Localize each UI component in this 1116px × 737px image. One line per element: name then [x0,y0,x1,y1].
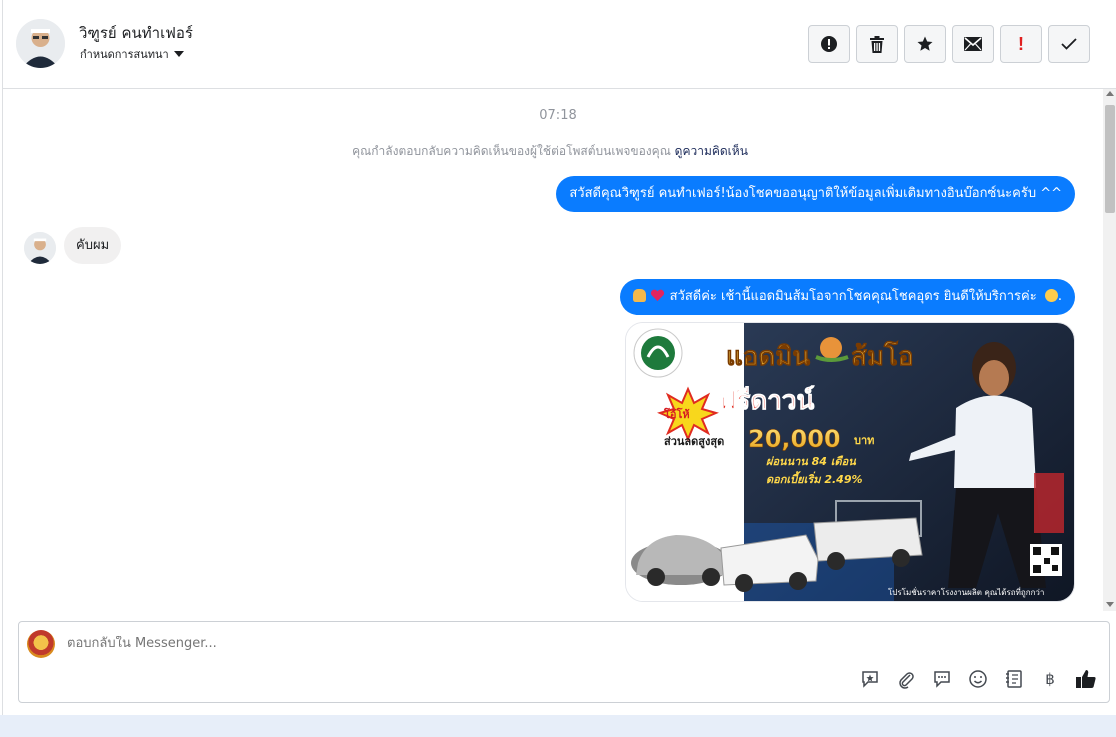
exclamation-icon: ! [1018,33,1024,54]
composer-toolbar: ฿ [859,668,1097,690]
thread-scrollbar[interactable] [1103,89,1116,611]
notes-icon[interactable] [1003,668,1025,690]
messenger-panel: วิฑูรย์ คนทำเฟอร์ กำหนดการสนทนา ! 07:18 … [2,0,1116,715]
promo-discount-value: 20,000 [748,425,841,453]
message-text: สวัสดีค่ะ เช้านี้แอดมินส้มโอจากโชคคุณโชค… [669,289,1037,304]
saved-reply-icon[interactable] [859,668,881,690]
attachment-icon[interactable] [895,668,917,690]
reply-composer: ฿ [18,621,1110,703]
done-button[interactable] [1048,25,1090,63]
folded-hands-emoji-icon [633,289,647,302]
message-thread[interactable]: 07:18 คุณกำลังตอบกลับความคิดเห็นของผู้ใช… [3,89,1116,611]
like-icon[interactable] [1075,668,1097,690]
promo-badge: โอ้โห้ [663,407,690,421]
scroll-thumb[interactable] [1105,105,1115,213]
heart-emoji-icon [651,289,665,302]
smiling-hearts-emoji-icon [1044,289,1058,302]
scroll-up-arrow-icon[interactable] [1106,91,1114,96]
view-comment-link[interactable]: ดูความคิดเห็น [675,144,748,158]
message-suffix: . [1057,289,1062,304]
delete-button[interactable] [856,25,898,63]
promo-image-attachment[interactable]: แอดมิน ส้มโอ โอ้โห้ ฟรีดาวน์ ส่วนลดสูงสุ… [625,322,1075,602]
promo-headline-2: ส้มโอ [851,340,914,372]
check-icon [1061,38,1077,50]
alert-circle-icon [821,36,837,52]
contact-avatar-small [24,232,56,264]
promo-free-down: ฟรีดาวน์ [718,385,815,416]
message-timestamp: 07:18 [539,108,577,123]
promo-interest: ดอกเบี้ยเริ่ม 2.49% [766,471,863,486]
promo-footer: โปรโมชั่นราคาโรงงานผลิต คุณได้รถที่ถูกกว… [888,586,1044,598]
assign-conversation-label: กำหนดการสนทนา [80,48,169,61]
conversation-header: วิฑูรย์ คนทำเฟอร์ กำหนดการสนทนา ! [3,0,1116,89]
follow-up-button[interactable]: ! [1000,25,1042,63]
page-background-strip [0,715,1116,737]
star-button[interactable] [904,25,946,63]
caret-down-icon [173,51,184,57]
chat-bubble-icon[interactable] [931,668,953,690]
comment-reply-notice: คุณกำลังตอบกลับความคิดเห็นของผู้ใช้ต่อโพ… [3,142,1097,161]
emoji-icon[interactable] [967,668,989,690]
header-actions: ! [808,25,1090,63]
trash-icon [870,35,884,53]
promo-installment: ผ่อนนาน 84 เดือน [766,455,856,468]
outgoing-message[interactable]: สวัสดีคุณวิฑูรย์ คนทำเฟอร์!น้องโชคขออนุญ… [556,176,1075,212]
mark-unread-button[interactable] [952,25,994,63]
promo-discount-unit: บาท [854,434,874,447]
spam-button[interactable] [808,25,850,63]
reply-input[interactable] [67,636,667,651]
assign-conversation-dropdown[interactable]: กำหนดการสนทนา [80,45,184,63]
baht-payment-icon[interactable]: ฿ [1039,668,1061,690]
contact-avatar[interactable] [16,19,65,68]
page-avatar [27,630,55,658]
outgoing-message[interactable]: สวัสดีค่ะ เช้านี้แอดมินส้มโอจากโชคคุณโชค… [620,279,1075,315]
notice-text: คุณกำลังตอบกลับความคิดเห็นของผู้ใช้ต่อโพ… [352,144,671,158]
incoming-message[interactable]: คับผม [64,227,122,264]
star-icon [917,36,933,51]
promo-discount-label: ส่วนลดสูงสุด [664,435,724,449]
envelope-icon [964,37,982,51]
promo-headline: แอดมิน [726,342,810,372]
scroll-down-arrow-icon[interactable] [1106,602,1114,607]
contact-name[interactable]: วิฑูรย์ คนทำเฟอร์ [79,21,193,45]
